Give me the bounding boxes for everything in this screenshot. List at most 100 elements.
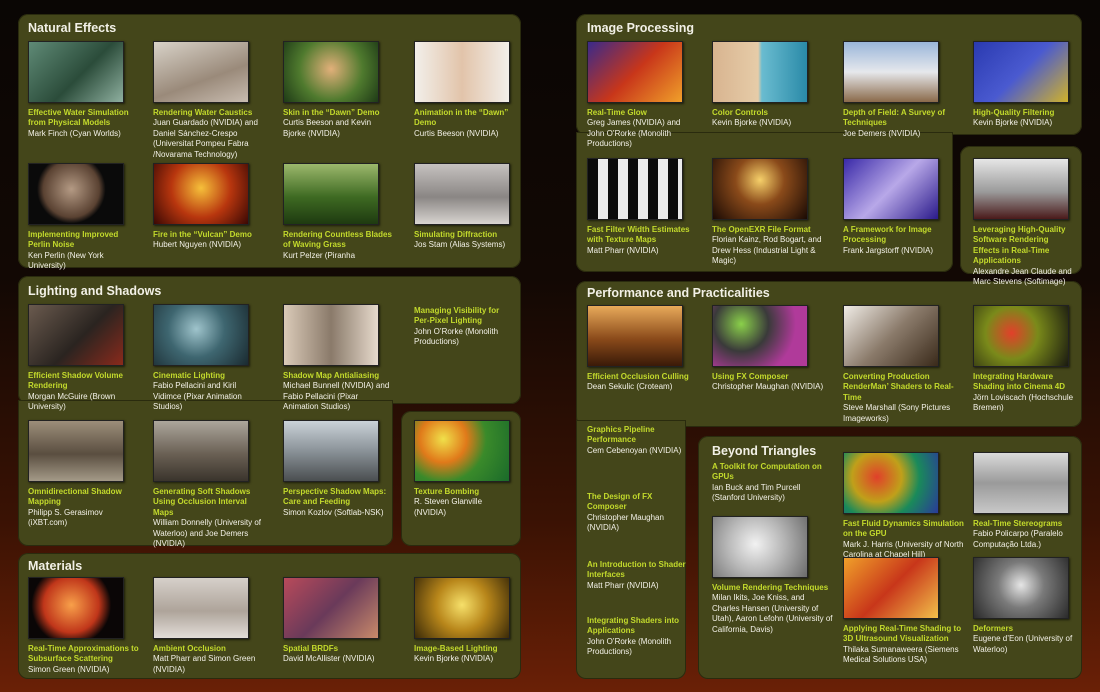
article-omni-shadow[interactable]: Omnidirectional Shadow Mapping Philipp S.…	[28, 420, 140, 529]
article-title: Effective Water Simulation from Physical…	[28, 108, 129, 128]
article-shaders-apps[interactable]: Integrating Shaders into Applications Joh…	[587, 616, 687, 658]
article-depth-of-field[interactable]: Depth of Field: A Survey of Techniques Jo…	[843, 41, 955, 139]
article-title: Texture Bombing	[414, 487, 480, 496]
thumbnail-image	[28, 304, 124, 366]
article-water-caustics[interactable]: Rendering Water Caustics Juan Guardado (N…	[153, 41, 265, 160]
thumbnail-image	[283, 304, 379, 366]
article-visibility-lighting[interactable]: Managing Visibility for Per-Pixel Lighti…	[414, 306, 514, 348]
article-color-controls[interactable]: Color Controls Kevin Bjorke (NVIDIA)	[712, 41, 824, 129]
article-authors: Philipp S. Gerasimov (iXBT.com)	[28, 507, 103, 528]
article-spatial-brdf[interactable]: Spatial BRDFs David McAllister (NVIDIA)	[283, 577, 395, 665]
article-filter-width[interactable]: Fast Filter Width Estimates with Texture…	[587, 158, 699, 256]
article-title: The OpenEXR File Format	[712, 225, 811, 234]
article-authors: Hubert Nguyen (NVIDIA)	[153, 240, 242, 250]
article-authors: Curtis Beeson and Kevin Bjorke (NVIDIA)	[283, 118, 372, 138]
thumbnail-image	[973, 305, 1069, 367]
article-shadow-map-aa[interactable]: Shadow Map Antialiasing Michael Bunnell (…	[283, 304, 395, 413]
article-cinema4d[interactable]: Integrating Hardware Shading into Cinema…	[973, 305, 1077, 414]
article-title: Integrating Shaders into Applications	[587, 616, 680, 636]
article-soft-shadows[interactable]: Generating Soft Shadows Using Occlusion …	[153, 420, 265, 549]
thumbnail-image	[973, 452, 1069, 514]
article-fx-design[interactable]: The Design of FX Composer Christopher Mau…	[587, 492, 687, 534]
article-stereograms[interactable]: Real-Time Stereograms Fabio Policarpo (Pa…	[973, 452, 1077, 550]
article-openexr[interactable]: The OpenEXR File Format Florian Kainz, Ro…	[712, 158, 824, 267]
article-grass-blades[interactable]: Rendering Countless Blades of Waving Gra…	[283, 163, 395, 261]
article-authors: Dean Sekulic (Croteam)	[587, 382, 673, 392]
thumbnail-image	[414, 420, 510, 482]
article-authors: William Donnelly (University of Waterloo…	[153, 518, 262, 549]
article-image-lighting[interactable]: Image-Based Lighting Kevin Bjorke (NVIDIA…	[414, 577, 514, 665]
article-authors: Kurt Pelzer (Piranha	[283, 250, 356, 260]
thumbnail-image	[153, 41, 249, 103]
thumbnail-image	[973, 158, 1069, 220]
section-title-beyond-triangles: Beyond Triangles	[712, 444, 817, 458]
thumbnail-image	[973, 41, 1069, 103]
section-title-image-processing: Image Processing	[587, 21, 694, 35]
article-title: Rendering Water Caustics	[153, 108, 253, 117]
article-occlusion-culling[interactable]: Efficient Occlusion Culling Dean Sekulic …	[587, 305, 699, 393]
thumbnail-image	[712, 41, 808, 103]
article-title: Image-Based Lighting	[414, 644, 498, 653]
article-ambient-occlusion[interactable]: Ambient Occlusion Matt Pharr and Simon Gr…	[153, 577, 265, 675]
article-title: Depth of Field: A Survey of Techniques	[843, 108, 946, 128]
article-diffraction[interactable]: Simulating Diffraction Jos Stam (Alias Sy…	[414, 163, 514, 251]
article-fluid-dynamics[interactable]: Fast Fluid Dynamics Simulation on the GP…	[843, 452, 968, 561]
article-vulcan-fire[interactable]: Fire in the “Vulcan” Demo Hubert Nguyen (…	[153, 163, 265, 251]
article-authors: Kevin Bjorke (NVIDIA)	[712, 118, 792, 128]
article-pipeline[interactable]: Graphics Pipeline Performance Cem Cebenoy…	[587, 425, 687, 456]
article-real-time-glow[interactable]: Real-Time Glow Greg James (NVIDIA) and Jo…	[587, 41, 699, 150]
thumbnail-image	[283, 163, 379, 225]
thumbnail-image	[414, 577, 510, 639]
article-authors: Matt Pharr and Simon Green (NVIDIA)	[153, 654, 256, 674]
article-title: Shadow Map Antialiasing	[283, 371, 380, 380]
article-authors: Simon Green (NVIDIA)	[28, 664, 110, 674]
article-authors: Alexandre Jean Claude and Marc Stevens (…	[973, 266, 1072, 287]
article-dawn-skin[interactable]: Skin in the “Dawn” Demo Curtis Beeson and…	[283, 41, 395, 139]
article-renderman[interactable]: Converting Production RenderMan’ Shaders…	[843, 305, 955, 424]
article-filtering[interactable]: High-Quality Filtering Kevin Bjorke (NVID…	[973, 41, 1077, 129]
article-ultrasound[interactable]: Applying Real-Time Shading to 3D Ultraso…	[843, 557, 968, 666]
article-title: Spatial BRDFs	[283, 644, 339, 653]
article-shadow-volume[interactable]: Efficient Shadow Volume Rendering Morgan …	[28, 304, 140, 413]
article-title: Color Controls	[712, 108, 768, 117]
article-authors: Matt Pharr (NVIDIA)	[587, 245, 659, 255]
article-subsurface[interactable]: Real-Time Approximations to Subsurface S…	[28, 577, 140, 675]
article-volume-rendering[interactable]: Volume Rendering Techniques Milan Ikits, …	[712, 516, 834, 635]
thumbnail-image	[28, 577, 124, 639]
article-hardware-software[interactable]: Leveraging High-Quality Software Renderi…	[973, 158, 1077, 287]
article-title: Applying Real-Time Shading to 3D Ultraso…	[843, 624, 962, 644]
thumbnail-image	[843, 305, 939, 367]
article-title: Graphics Pipeline Performance	[587, 425, 655, 445]
article-perlin-noise[interactable]: Implementing Improved Perlin Noise Ken Pe…	[28, 163, 140, 272]
article-title: Volume Rendering Techniques	[712, 583, 829, 592]
article-perspective-shadow[interactable]: Perspective Shadow Maps: Care and Feedin…	[283, 420, 395, 518]
thumbnail-image	[587, 305, 683, 367]
article-title: Fast Filter Width Estimates with Texture…	[587, 225, 690, 245]
thumbnail-image	[843, 41, 939, 103]
article-water-simulation[interactable]: Effective Water Simulation from Physical…	[28, 41, 140, 139]
article-deformers[interactable]: Deformers Eugene d’Eon (University of Wat…	[973, 557, 1077, 655]
article-dawn-animation[interactable]: Animation in the “Dawn” Demo Curtis Beeso…	[414, 41, 514, 139]
article-title: Using FX Composer	[712, 372, 789, 381]
article-shader-interfaces[interactable]: An Introduction to Shader Interfaces Matt…	[587, 560, 687, 591]
article-authors: Thilaka Sumanaweera (Siemens Medical Sol…	[843, 644, 959, 665]
article-texture-bombing[interactable]: Texture Bombing R. Steven Glanville (NVID…	[414, 420, 514, 518]
article-title: Converting Production RenderMan’ Shaders…	[843, 372, 954, 402]
article-title: Real-Time Stereograms	[973, 519, 1063, 528]
article-image-framework[interactable]: A Framework for Image Processing Frank Ja…	[843, 158, 955, 256]
article-title: Deformers	[973, 624, 1014, 633]
thumbnail-image	[973, 557, 1069, 619]
article-cinematic-lighting[interactable]: Cinematic Lighting Fabio Pellacini and Ki…	[153, 304, 265, 413]
article-authors: John O’Rorke (Monolith Productions)	[414, 326, 499, 347]
section-title-lighting-shadows: Lighting and Shadows	[28, 284, 162, 298]
thumbnail-image	[712, 158, 808, 220]
article-authors: Matt Pharr (NVIDIA)	[587, 580, 659, 590]
thumbnail-image	[283, 420, 379, 482]
article-gpu-toolkit[interactable]: A Toolkit for Computation on GPUs Ian Buc…	[712, 462, 832, 504]
article-authors: Florian Kainz, Rod Bogart, and Drew Hess…	[712, 235, 822, 266]
article-title: Ambient Occlusion	[153, 644, 226, 653]
article-title: Implementing Improved Perlin Noise	[28, 230, 119, 250]
article-authors: Steve Marshall (Sony Pictures Imageworks…	[843, 403, 951, 423]
article-fx-composer[interactable]: Using FX Composer Christopher Maughan (NV…	[712, 305, 824, 393]
article-title: Animation in the “Dawn” Demo	[414, 108, 509, 128]
